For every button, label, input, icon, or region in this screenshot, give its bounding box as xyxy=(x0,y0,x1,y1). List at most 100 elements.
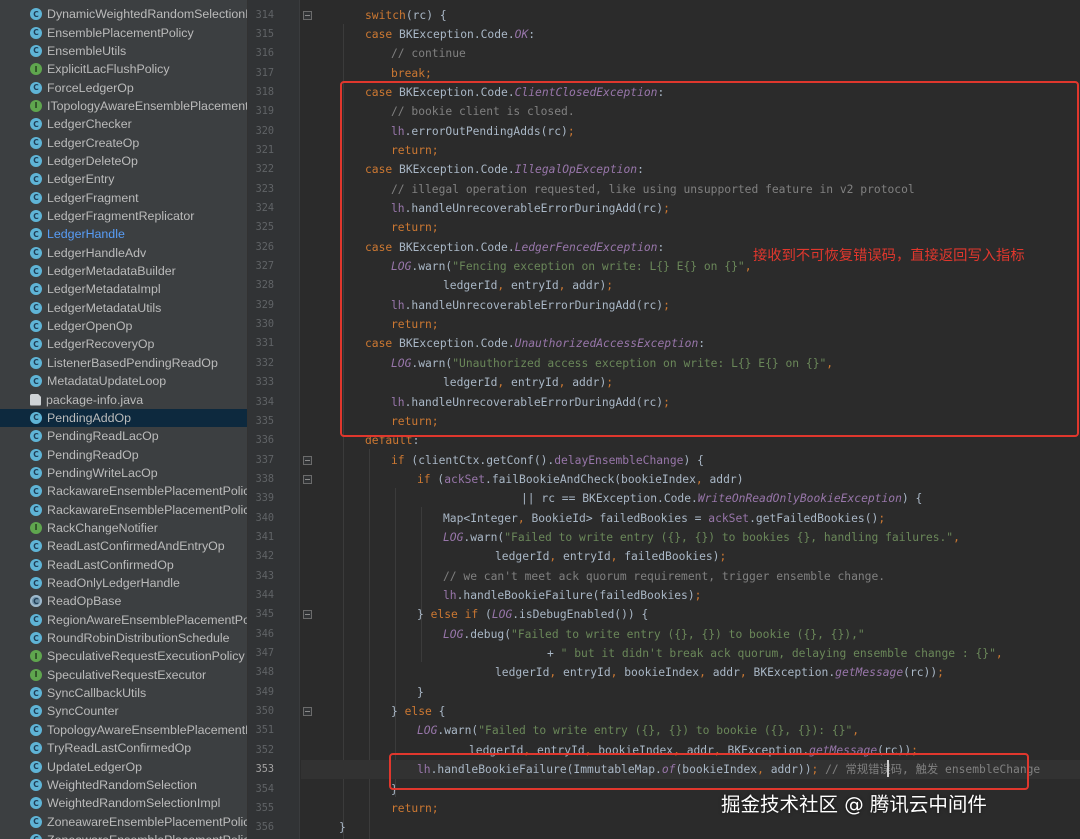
code-line[interactable]: } else if (LOG.isDebugEnabled()) { xyxy=(417,605,648,624)
class-icon: C xyxy=(30,742,42,755)
code-line[interactable]: if (ackSet.failBookieAndCheck(bookieInde… xyxy=(417,470,744,489)
tree-item[interactable]: C WeightedRandomSelectionImpl xyxy=(0,794,247,812)
line-number: 324 xyxy=(255,203,274,214)
tree-item[interactable]: C LedgerHandleAdv xyxy=(0,244,247,262)
code-line[interactable]: LOG.warn("Failed to write entry ({}, {})… xyxy=(443,528,960,547)
tree-item[interactable]: C ZoneawareEnsemblePlacementPolic xyxy=(0,831,247,839)
code-line[interactable]: } xyxy=(417,683,424,702)
line-number-gutter[interactable]: 314 315 316 317 318 319 320 321 322 323 324 325 326 3… xyxy=(248,0,300,839)
line-number: 356 xyxy=(255,822,274,834)
tree-item[interactable]: C MetadataUpdateLoop xyxy=(0,372,247,390)
tree-item[interactable]: I ExplicitLacFlushPolicy xyxy=(0,60,247,78)
code-line[interactable]: } else { xyxy=(391,702,445,721)
code-line[interactable]: } xyxy=(339,818,346,837)
tree-item[interactable]: C RackawareEnsemblePlacementPolicy xyxy=(0,482,248,500)
tree-item[interactable]: C PendingWriteLacOp xyxy=(0,464,247,482)
text-cursor xyxy=(887,760,889,777)
code-line[interactable]: switch(rc) { xyxy=(365,6,447,25)
tree-item-label: LedgerMetadataImpl xyxy=(47,282,161,297)
fold-toggle-icon[interactable] xyxy=(303,474,312,484)
code-line[interactable]: ledgerId, entryId, failedBookies); xyxy=(495,547,726,566)
tree-item[interactable]: I RackChangeNotifier xyxy=(0,519,247,537)
tree-item[interactable]: C ReadOpBase xyxy=(0,592,247,610)
tree-item[interactable]: C LedgerFragment xyxy=(0,189,247,207)
tree-item-label: MetadataUpdateLoop xyxy=(47,374,167,389)
class-icon: C xyxy=(30,430,42,443)
code-token: getMessage xyxy=(835,666,904,680)
fold-toggle-icon[interactable] xyxy=(303,455,312,465)
tree-item[interactable]: C RegionAwareEnsemblePlacementPol xyxy=(0,611,247,629)
tree-item[interactable]: C PendingReadLacOp xyxy=(0,427,247,445)
class-icon: C xyxy=(30,705,42,718)
tree-item[interactable]: C LedgerRecoveryOp xyxy=(0,335,247,353)
tree-item[interactable]: package-info.java xyxy=(0,390,247,408)
tree-item-label: RackawareEnsemblePlacementPolicy xyxy=(47,484,248,499)
tree-item[interactable]: C ZoneawareEnsemblePlacementPolic xyxy=(0,812,247,830)
code-line[interactable]: + " but it didn't break ack quorum, dela… xyxy=(547,644,1003,663)
tree-item[interactable]: I SpeculativeRequestExecutor xyxy=(0,666,247,684)
code-line[interactable]: return; xyxy=(391,799,439,818)
class-icon: C xyxy=(30,320,42,333)
code-line[interactable]: LOG.warn("Failed to write entry ({}, {})… xyxy=(417,721,859,740)
tree-item[interactable]: C ListenerBasedPendingReadOp xyxy=(0,354,247,372)
tree-item[interactable]: C EnsembleUtils xyxy=(0,42,247,60)
fold-toggle-icon[interactable] xyxy=(303,10,312,20)
code-token: } xyxy=(417,608,431,622)
tree-item[interactable]: C WeightedRandomSelection xyxy=(0,776,247,794)
tree-item[interactable]: C TryReadLastConfirmedOp xyxy=(0,739,247,757)
tree-item[interactable]: C RackawareEnsemblePlacementPolicy xyxy=(0,500,247,518)
tree-item[interactable]: C RoundRobinDistributionSchedule xyxy=(0,629,247,647)
project-tree[interactable]: C DynamicWeightedRandomSelectionI C Ensembl… xyxy=(0,0,248,839)
code-line[interactable]: ledgerId, entryId, bookieIndex, addr, BK… xyxy=(495,663,944,682)
code-line[interactable]: Map<Integer, BookieId> failedBookies = a… xyxy=(443,509,885,528)
code-line[interactable]: // continue xyxy=(391,44,466,63)
tree-item[interactable]: C ReadLastConfirmedAndEntryOp xyxy=(0,537,247,555)
tree-item[interactable]: I ITopologyAwareEnsemblePlacement xyxy=(0,97,247,115)
tree-item[interactable]: C EnsemblePlacementPolicy xyxy=(0,23,247,41)
tree-item-label: EnsemblePlacementPolicy xyxy=(47,25,194,40)
class-icon: C xyxy=(30,136,42,149)
fold-toggle-icon[interactable] xyxy=(303,610,312,620)
tree-item[interactable]: C ForceLedgerOp xyxy=(0,78,247,96)
tree-item[interactable]: C LedgerCreateOp xyxy=(0,133,247,151)
tree-item[interactable]: I SpeculativeRequestExecutionPolicy xyxy=(0,647,247,665)
tree-item[interactable]: C LedgerFragmentReplicator xyxy=(0,207,247,225)
tree-item[interactable]: C SyncCounter xyxy=(0,702,247,720)
code-token: if xyxy=(417,472,438,486)
code-line[interactable]: || rc == BKException.Code.WriteOnReadOnl… xyxy=(521,489,922,508)
class-icon: C xyxy=(30,191,42,204)
fold-toggle-icon[interactable] xyxy=(303,707,312,717)
code-token: ; xyxy=(719,550,727,564)
code-line[interactable]: case BKException.Code.OK: xyxy=(365,25,535,44)
class-icon: C xyxy=(30,797,42,810)
tree-item[interactable]: C PendingReadOp xyxy=(0,445,247,463)
tree-item[interactable]: C LedgerChecker xyxy=(0,115,247,133)
tree-item[interactable]: C LedgerDeleteOp xyxy=(0,152,247,170)
line-number: 329 xyxy=(255,299,274,311)
tree-item[interactable]: C LedgerMetadataImpl xyxy=(0,280,247,298)
tree-item[interactable]: C ReadLastConfirmedOp xyxy=(0,556,247,574)
tree-item[interactable]: C LedgerMetadataBuilder xyxy=(0,262,247,280)
tree-item-label: PendingReadOp xyxy=(47,447,139,462)
tree-item[interactable]: C SyncCallbackUtils xyxy=(0,684,247,702)
tree-item[interactable]: C ReadOnlyLedgerHandle xyxy=(0,574,247,592)
tree-item-label: ReadLastConfirmedAndEntryOp xyxy=(47,539,225,554)
code-token: , xyxy=(852,724,860,738)
code-line[interactable]: break; xyxy=(391,64,432,83)
tree-item[interactable]: C LedgerOpenOp xyxy=(0,317,247,335)
code-line[interactable]: LOG.debug("Failed to write entry ({}, {}… xyxy=(443,625,865,644)
class-icon: C xyxy=(30,246,42,259)
tree-item[interactable]: C UpdateLedgerOp xyxy=(0,757,247,775)
class-icon: C xyxy=(30,283,42,296)
tree-item[interactable]: C LedgerMetadataUtils xyxy=(0,299,247,317)
code-token: (rc) { xyxy=(405,8,447,22)
tree-item[interactable]: C DynamicWeightedRandomSelectionI xyxy=(0,5,247,23)
code-token: BKException.Code. xyxy=(399,27,515,41)
tree-item[interactable]: C PendingAddOp xyxy=(0,408,247,428)
tree-item[interactable]: C LedgerEntry xyxy=(0,170,247,188)
tree-item[interactable]: C TopologyAwareEnsemblePlacementP xyxy=(0,721,247,739)
code-line[interactable]: lh.handleBookieFailure(failedBookies); xyxy=(443,586,701,605)
code-line[interactable]: // we can't meet ack quorum requirement,… xyxy=(443,567,885,586)
tree-item[interactable]: C LedgerHandle xyxy=(0,225,247,243)
code-line[interactable]: if (clientCtx.getConf().delayEnsembleCha… xyxy=(391,451,704,470)
